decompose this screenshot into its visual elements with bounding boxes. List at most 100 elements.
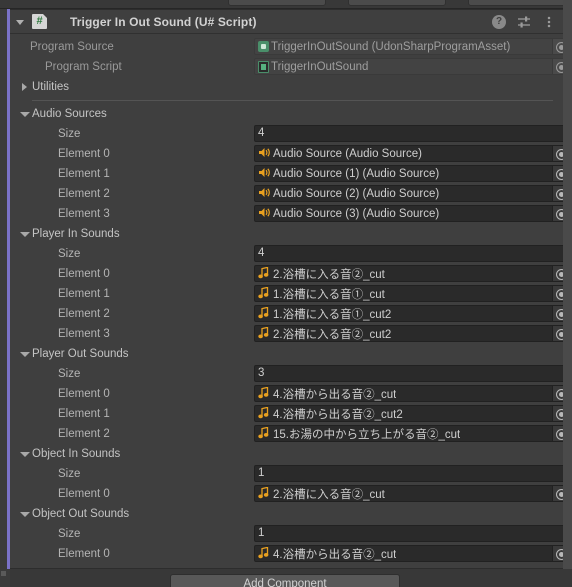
player-out-sounds-element-1-object-picker[interactable] [552, 406, 563, 421]
program-script-field[interactable]: TriggerInOutSound [254, 58, 563, 75]
row-player-out-sounds-element-0: Element 0 4.浴槽から出る音②_cut [10, 384, 563, 404]
audio-sources-element-0-object-picker[interactable] [552, 146, 563, 161]
audio-sources-element-3-object-picker[interactable] [552, 206, 563, 221]
player-out-sounds-element-1-field[interactable]: 4.浴槽から出る音②_cut2 [254, 405, 563, 422]
audio-source-icon [258, 187, 271, 200]
player-out-sounds-element-2-label: Element 2 [58, 428, 110, 440]
chevron-down-icon[interactable] [19, 228, 31, 240]
preset-icon[interactable] [517, 15, 531, 29]
audio-clip-icon [258, 406, 271, 420]
foldout-audio-sources[interactable]: Audio Sources [10, 104, 563, 124]
row-program-source: Program Source TriggerInOutSound (UdonSh… [10, 37, 563, 57]
udon-script-icon [258, 60, 269, 73]
object-out-sounds-element-0-field[interactable]: 4.浴槽から出る音②_cut [254, 545, 563, 562]
audio-source-icon [258, 147, 271, 160]
player-in-sounds-size-value[interactable]: 4 [254, 245, 563, 262]
audio-sources-element-0-value: Audio Source (Audio Source) [273, 147, 422, 160]
object-out-sounds-label: Object Out Sounds [32, 508, 130, 520]
player-in-sounds-size-label: Size [58, 248, 81, 260]
audio-source-icon [258, 207, 271, 220]
object-out-sounds-size-label: Size [58, 528, 81, 540]
player-out-sounds-size-field[interactable]: 3 [254, 365, 563, 382]
program-source-object-picker[interactable] [552, 39, 563, 54]
player-out-sounds-size-value[interactable]: 3 [254, 365, 563, 382]
add-component-button[interactable]: Add Component [170, 574, 400, 587]
audio-sources-element-2-object-picker[interactable] [552, 186, 563, 201]
audio-clip-icon [258, 266, 271, 280]
inspector-window: Trigger In Out Sound (U# Script) [0, 0, 572, 587]
row-audio-sources-element-1: Element 1 Audio Source (1) (Audio Source) [10, 164, 563, 184]
clipped-button-1[interactable] [228, 0, 326, 6]
object-out-sounds-element-0-value: 4.浴槽から出る音②_cut [273, 548, 397, 561]
audio-clip-icon [258, 306, 271, 320]
audio-clip-icon [258, 326, 271, 340]
chevron-down-icon[interactable] [19, 508, 31, 520]
more-menu-icon[interactable] [542, 15, 556, 29]
program-source-label: Program Source [30, 41, 114, 53]
player-out-sounds-element-2-object-picker[interactable] [552, 426, 563, 441]
audio-sources-element-1-field[interactable]: Audio Source (1) (Audio Source) [254, 165, 563, 182]
row-audio-sources-size: Size 4 [10, 124, 563, 144]
clipped-button-3[interactable] [468, 0, 566, 6]
audio-clip-icon [258, 486, 271, 500]
row-player-in-sounds-element-0: Element 0 2.浴槽に入る音②_cut [10, 264, 563, 284]
player-out-sounds-element-0-value: 4.浴槽から出る音②_cut [273, 388, 397, 401]
component-header[interactable]: Trigger In Out Sound (U# Script) [10, 10, 563, 34]
component-panel: Trigger In Out Sound (U# Script) [10, 9, 563, 569]
object-in-sounds-size-label: Size [58, 468, 81, 480]
player-in-sounds-element-3-object-picker[interactable] [552, 326, 563, 341]
object-out-sounds-size-field[interactable]: 1 [254, 525, 563, 542]
player-out-sounds-element-0-field[interactable]: 4.浴槽から出る音②_cut [254, 385, 563, 402]
player-out-sounds-element-0-object-picker[interactable] [552, 386, 563, 401]
row-player-in-sounds-element-2: Element 2 1.浴槽に入る音①_cut2 [10, 304, 563, 324]
object-out-sounds-size-value[interactable]: 1 [254, 525, 563, 542]
player-in-sounds-element-1-object-picker[interactable] [552, 286, 563, 301]
chevron-down-icon[interactable] [19, 448, 31, 460]
foldout-object-in-sounds[interactable]: Object In Sounds [10, 444, 563, 464]
object-out-sounds-element-0-object-picker[interactable] [552, 546, 563, 561]
foldout-player-in-sounds[interactable]: Player In Sounds [10, 224, 563, 244]
foldout-object-out-sounds[interactable]: Object Out Sounds [10, 504, 563, 524]
row-audio-sources-element-2: Element 2 Audio Source (2) (Audio Source) [10, 184, 563, 204]
foldout-player-out-sounds[interactable]: Player Out Sounds [10, 344, 563, 364]
chevron-down-icon[interactable] [19, 348, 31, 360]
object-in-sounds-size-field[interactable]: 1 [254, 465, 563, 482]
object-in-sounds-size-value[interactable]: 1 [254, 465, 563, 482]
player-in-sounds-size-field[interactable]: 4 [254, 245, 563, 262]
row-program-script: Program Script TriggerInOutSound [10, 57, 563, 77]
audio-sources-element-3-value: Audio Source (3) (Audio Source) [273, 207, 440, 220]
audio-sources-element-3-field[interactable]: Audio Source (3) (Audio Source) [254, 205, 563, 222]
row-object-out-sounds-size: Size 1 [10, 524, 563, 544]
component-foldout-icon[interactable] [14, 15, 28, 29]
array-sections: Audio Sources Size 4 Element 0 Audio Source … [10, 104, 563, 564]
audio-sources-size-field[interactable]: 4 [254, 125, 563, 142]
object-in-sounds-element-0-field[interactable]: 2.浴槽に入る音②_cut [254, 485, 563, 502]
program-script-object-picker[interactable] [552, 59, 563, 74]
foldout-utilities[interactable]: Utilities [10, 77, 563, 97]
player-in-sounds-element-0-field[interactable]: 2.浴槽に入る音②_cut [254, 265, 563, 282]
audio-sources-element-1-object-picker[interactable] [552, 166, 563, 181]
player-out-sounds-size-label: Size [58, 368, 81, 380]
program-source-field[interactable]: TriggerInOutSound (UdonSharpProgramAsset… [254, 38, 563, 55]
audio-sources-element-2-field[interactable]: Audio Source (2) (Audio Source) [254, 185, 563, 202]
player-in-sounds-element-2-object-picker[interactable] [552, 306, 563, 321]
audio-sources-element-3-label: Element 3 [58, 208, 110, 220]
player-in-sounds-element-3-field[interactable]: 2.浴槽に入る音②_cut2 [254, 325, 563, 342]
player-in-sounds-element-0-label: Element 0 [58, 268, 110, 280]
audio-sources-element-0-field[interactable]: Audio Source (Audio Source) [254, 145, 563, 162]
chevron-down-icon[interactable] [19, 108, 31, 120]
audio-source-icon [258, 167, 271, 180]
chevron-right-icon[interactable] [19, 81, 31, 93]
player-in-sounds-element-0-object-picker[interactable] [552, 266, 563, 281]
clipped-button-2[interactable] [348, 0, 446, 6]
audio-sources-size-label: Size [58, 128, 81, 140]
object-in-sounds-element-0-object-picker[interactable] [552, 486, 563, 501]
player-in-sounds-element-1-field[interactable]: 1.浴槽に入る音①_cut [254, 285, 563, 302]
inspector-scrollbar[interactable] [0, 9, 7, 569]
player-out-sounds-element-2-field[interactable]: 15.お湯の中から立ち上がる音②_cut [254, 425, 563, 442]
help-icon[interactable] [492, 15, 506, 29]
row-object-out-sounds-element-0: Element 0 4.浴槽から出る音②_cut [10, 544, 563, 564]
audio-sources-size-value[interactable]: 4 [254, 125, 563, 142]
object-in-sounds-element-0-value: 2.浴槽に入る音②_cut [273, 488, 385, 501]
player-in-sounds-element-2-field[interactable]: 1.浴槽に入る音①_cut2 [254, 305, 563, 322]
